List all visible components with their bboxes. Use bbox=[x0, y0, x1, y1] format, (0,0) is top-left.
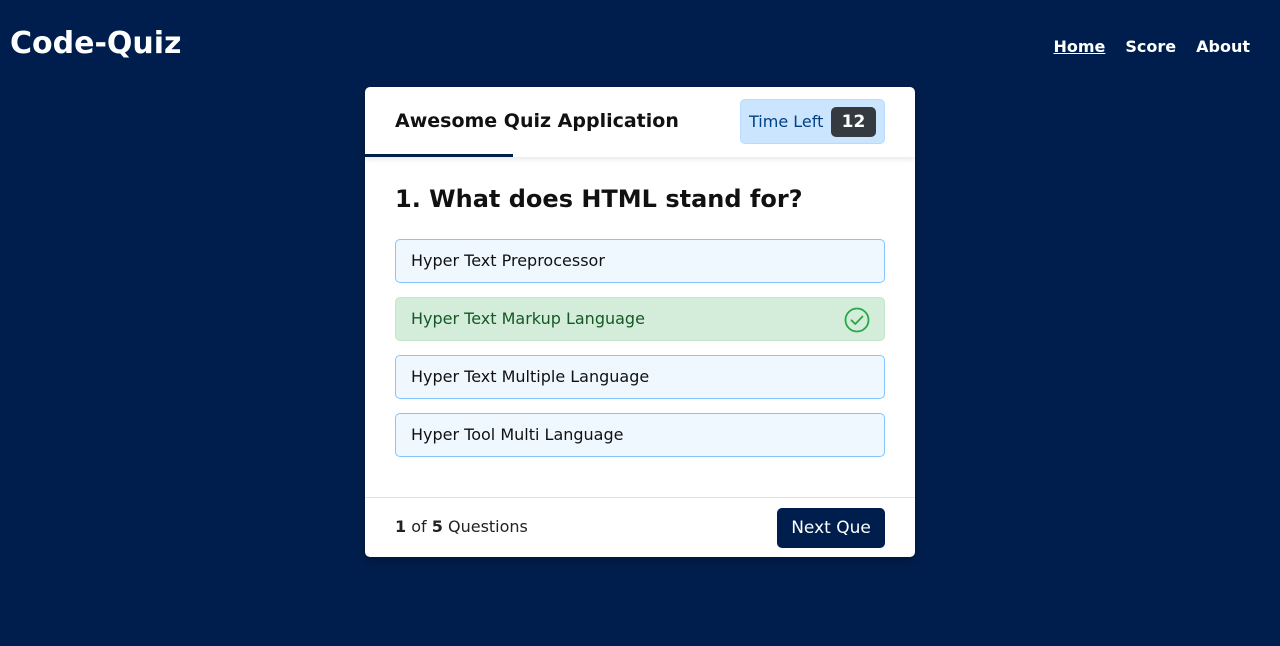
question-counter: 1 of 5 Questions bbox=[395, 517, 528, 536]
timer-seconds: 12 bbox=[831, 107, 876, 137]
current-question-number: 1 bbox=[395, 517, 407, 536]
quiz-title: Awesome Quiz Application bbox=[395, 110, 679, 132]
timer: Time Left 12 bbox=[740, 99, 885, 144]
quiz-box: Awesome Quiz Application Time Left 12 1.… bbox=[365, 87, 915, 557]
option-label: Hyper Text Multiple Language bbox=[411, 367, 650, 386]
option-item[interactable]: Hyper Text Multiple Language bbox=[395, 355, 885, 399]
navbar: Code-Quiz Home Score About bbox=[0, 0, 1280, 90]
nav-home-link[interactable]: Home bbox=[1053, 37, 1105, 56]
total-questions-number: 5 bbox=[431, 517, 443, 536]
counter-suffix: Questions bbox=[447, 517, 528, 536]
quiz-header: Awesome Quiz Application Time Left 12 bbox=[365, 87, 915, 157]
question-text: 1. What does HTML stand for? bbox=[395, 185, 803, 213]
check-circle-icon bbox=[844, 307, 870, 333]
nav-about-link[interactable]: About bbox=[1196, 37, 1250, 56]
option-label: Hyper Text Markup Language bbox=[411, 309, 645, 328]
option-list: Hyper Text Preprocessor Hyper Text Marku… bbox=[395, 239, 885, 471]
brand-logo[interactable]: Code-Quiz bbox=[10, 26, 182, 61]
quiz-footer: 1 of 5 Questions Next Que bbox=[365, 497, 915, 557]
next-question-button[interactable]: Next Que bbox=[777, 508, 885, 548]
option-item[interactable]: Hyper Tool Multi Language bbox=[395, 413, 885, 457]
option-item[interactable]: Hyper Text Preprocessor bbox=[395, 239, 885, 283]
nav-score-link[interactable]: Score bbox=[1125, 37, 1176, 56]
time-progress-line bbox=[365, 154, 513, 157]
option-item-correct[interactable]: Hyper Text Markup Language bbox=[395, 297, 885, 341]
counter-of: of bbox=[411, 517, 427, 536]
option-label: Hyper Tool Multi Language bbox=[411, 425, 624, 444]
option-label: Hyper Text Preprocessor bbox=[411, 251, 605, 270]
nav-links: Home Score About bbox=[1053, 37, 1250, 56]
timer-label: Time Left bbox=[749, 112, 824, 131]
